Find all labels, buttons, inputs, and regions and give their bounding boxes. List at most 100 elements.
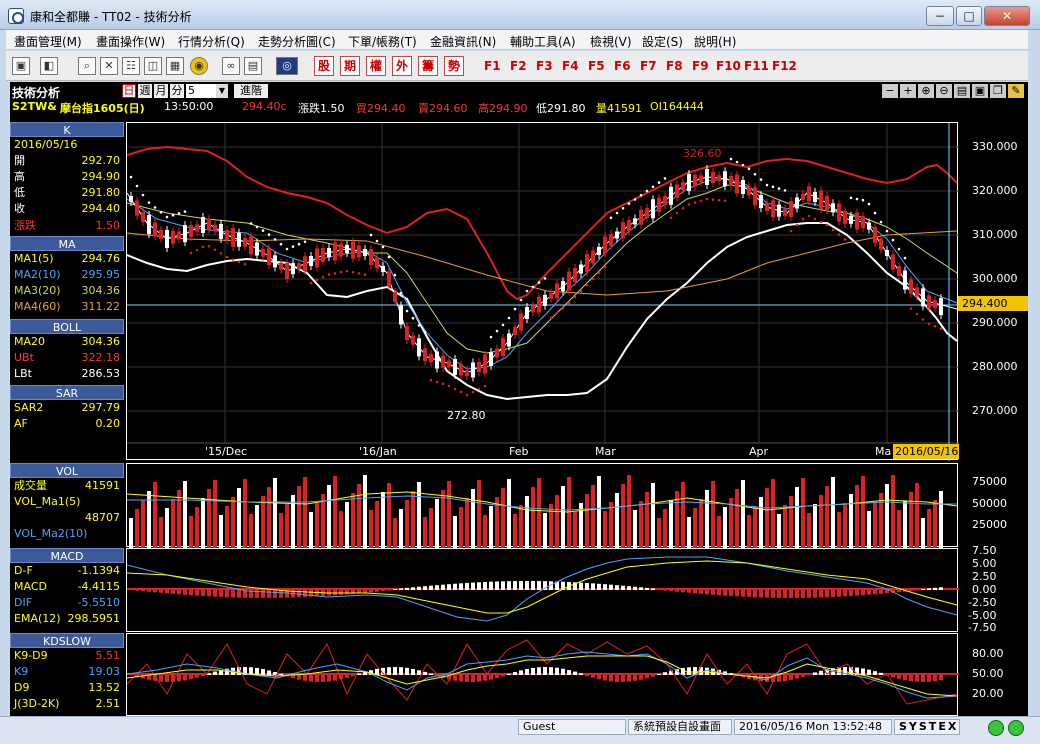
- minimize-button[interactable]: −: [926, 6, 954, 26]
- cross-icon[interactable]: ✕: [100, 57, 118, 75]
- period-select[interactable]: 5: [186, 84, 216, 98]
- layout-icon[interactable]: ▣: [12, 57, 30, 75]
- futures-button[interactable]: 期: [340, 56, 360, 76]
- split-icon[interactable]: ◫: [144, 57, 162, 75]
- stock-button[interactable]: 股: [314, 56, 334, 76]
- maximize-button[interactable]: □: [956, 6, 982, 26]
- macd-bar: [603, 584, 607, 590]
- sar-dot: [675, 211, 679, 215]
- volume-bar: [333, 476, 337, 548]
- kd-bar: [429, 673, 433, 675]
- globe-icon[interactable]: ◉: [190, 57, 208, 75]
- quote-price: 294.40c: [242, 100, 287, 113]
- fkey-f8[interactable]: F8: [666, 59, 683, 73]
- price-tick: 330.000: [972, 140, 1018, 153]
- menu-screen-operate[interactable]: 畫面操作(W): [96, 33, 165, 50]
- paint-icon[interactable]: ✎: [1008, 84, 1024, 98]
- chevron-down-icon[interactable]: ▼: [216, 84, 228, 98]
- grid-icon[interactable]: ▦: [166, 57, 184, 75]
- macd-bar: [837, 589, 841, 597]
- macd-bar: [483, 581, 487, 590]
- candle-body: [579, 264, 583, 274]
- fkey-f1[interactable]: F1: [484, 59, 501, 73]
- kd-plot[interactable]: [126, 633, 959, 716]
- macd-bar: [129, 589, 133, 590]
- macd-bar: [789, 589, 793, 598]
- zoom-out-icon[interactable]: ⊖: [936, 84, 952, 98]
- advanced-button[interactable]: 進階: [234, 84, 268, 98]
- row-value: 304.36: [81, 284, 121, 297]
- macd-bar: [609, 584, 613, 590]
- period-month[interactable]: 月: [154, 84, 168, 98]
- window-icon[interactable]: ☷: [122, 57, 140, 75]
- fkey-f2[interactable]: F2: [510, 59, 527, 73]
- side-panel-macd: MACD D-F -1.1394 MACD -4.4115 DIF -5.5510 E…: [10, 548, 124, 630]
- volume-bar: [867, 511, 871, 548]
- menu-quote-analysis[interactable]: 行情分析(Q): [178, 33, 245, 50]
- period-day[interactable]: 日: [122, 84, 136, 98]
- sar-dot: [177, 212, 181, 215]
- macd-bar: [387, 589, 391, 591]
- fkey-f3[interactable]: F3: [536, 59, 553, 73]
- sar-dot: [849, 196, 853, 200]
- sar-dot: [159, 210, 163, 214]
- row-label: K9-D9: [14, 649, 48, 662]
- search-icon[interactable]: ⌕: [78, 57, 96, 75]
- period-minute[interactable]: 分: [170, 84, 184, 98]
- candle-body: [813, 192, 817, 202]
- menu-help[interactable]: 說明(H): [694, 33, 736, 50]
- fkey-f12[interactable]: F12: [772, 59, 797, 73]
- trend-button[interactable]: 勢: [444, 56, 464, 76]
- zoom-in-icon[interactable]: ⊕: [918, 84, 934, 98]
- sar-dot: [789, 229, 793, 233]
- foreign-button[interactable]: 外: [392, 56, 412, 76]
- volume-bar: [549, 504, 553, 548]
- chips-button[interactable]: 籌: [418, 56, 438, 76]
- chain-icon[interactable]: ∞: [222, 57, 240, 75]
- volume-bar: [705, 490, 709, 548]
- candle-body: [285, 263, 289, 279]
- price-plot[interactable]: 326.60 272.80 '15/Dec '16/Jan Feb Mar Ap…: [126, 122, 959, 461]
- menu-order-account[interactable]: 下單/帳務(T): [348, 33, 417, 50]
- macd-plot[interactable]: [126, 548, 959, 632]
- kd-bar: [315, 674, 319, 682]
- kd-bar: [195, 674, 199, 678]
- macd-bar: [237, 589, 241, 598]
- menu-view[interactable]: 檢視(V): [590, 33, 632, 50]
- macd-bar: [261, 589, 265, 598]
- price-tick: 280.000: [972, 360, 1018, 373]
- price-tick: 320.000: [972, 184, 1018, 197]
- menu-finance-info[interactable]: 金融資訊(N): [430, 33, 496, 50]
- volume-plot[interactable]: [126, 463, 958, 548]
- save-icon[interactable]: ▣: [972, 84, 988, 98]
- volume-bar: [933, 500, 937, 548]
- volume-bar: [273, 478, 277, 548]
- volume-bar: [315, 503, 319, 548]
- picture-icon[interactable]: ▤: [244, 57, 262, 75]
- setup-icon[interactable]: ◧: [40, 57, 58, 75]
- print-icon[interactable]: ▤: [954, 84, 970, 98]
- brand-icon[interactable]: ◎: [276, 57, 298, 75]
- minus-icon[interactable]: −: [882, 84, 898, 98]
- app-icon: [8, 8, 24, 24]
- copy-icon[interactable]: ❐: [990, 84, 1006, 98]
- period-week[interactable]: 週: [138, 84, 152, 98]
- volume-bar: [663, 509, 667, 548]
- menu-trend-chart[interactable]: 走勢分析圖(C): [258, 33, 336, 50]
- menu-tools[interactable]: 輔助工具(A): [510, 33, 576, 50]
- close-button[interactable]: ✕: [984, 6, 1030, 26]
- menu-settings[interactable]: 設定(S): [642, 33, 683, 50]
- fkey-f9[interactable]: F9: [692, 59, 709, 73]
- fkey-f4[interactable]: F4: [562, 59, 579, 73]
- candle-body: [621, 222, 625, 239]
- fkey-f11[interactable]: F11: [744, 59, 769, 73]
- fkey-f7[interactable]: F7: [640, 59, 657, 73]
- options-button[interactable]: 權: [366, 56, 386, 76]
- fkey-f10[interactable]: F10: [716, 59, 741, 73]
- fkey-f5[interactable]: F5: [588, 59, 605, 73]
- menu-screen-manage[interactable]: 畫面管理(M): [14, 33, 82, 50]
- sar-dot: [183, 210, 187, 213]
- plus-icon[interactable]: +: [900, 84, 916, 98]
- fkey-f6[interactable]: F6: [614, 59, 631, 73]
- candle-body: [867, 222, 871, 230]
